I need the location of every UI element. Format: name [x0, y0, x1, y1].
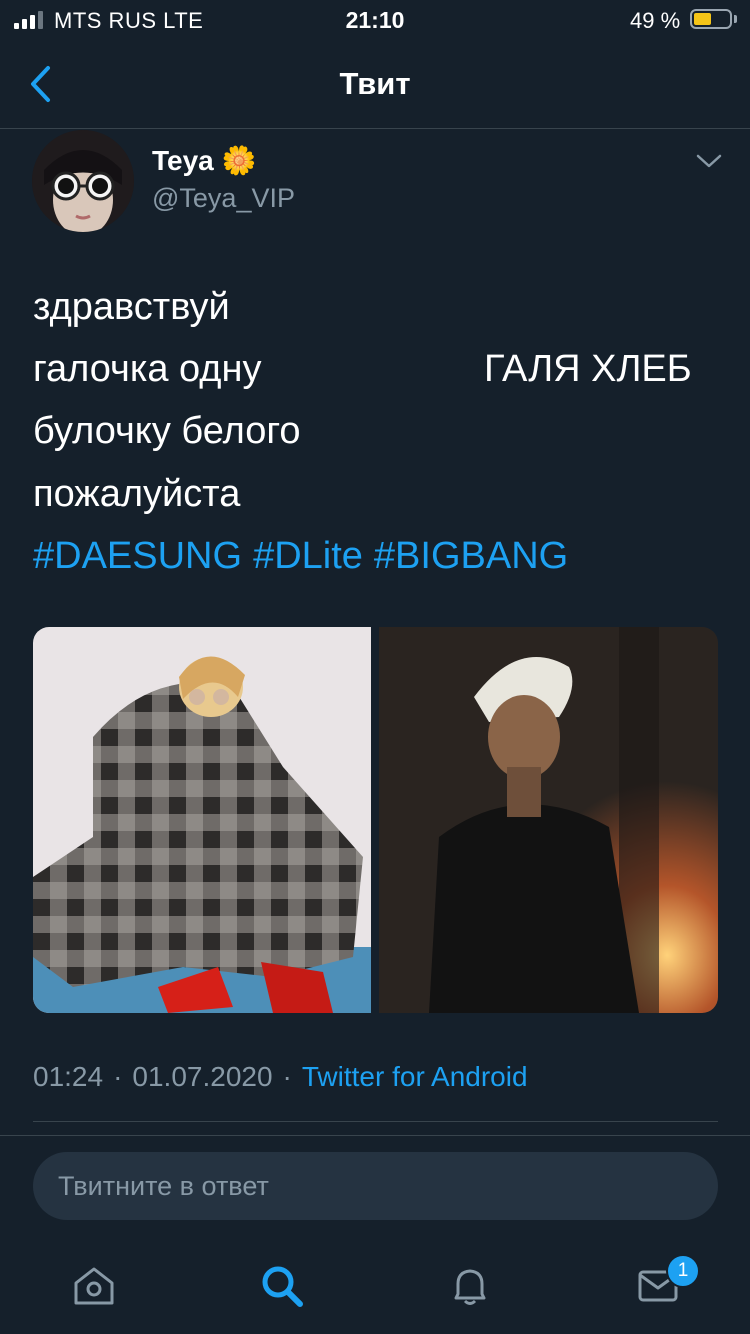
tweet-source-link[interactable]: Twitter for Android: [302, 1061, 528, 1093]
tab-notifications[interactable]: [446, 1262, 494, 1310]
search-icon: [262, 1266, 303, 1307]
photo-icon: [379, 627, 718, 1013]
header-divider: [0, 128, 750, 129]
battery-tip: [734, 15, 737, 23]
hashtag-link[interactable]: #DLite: [253, 534, 363, 578]
battery-icon: [690, 9, 732, 29]
battery-level: [694, 13, 711, 25]
tweet-photo-2[interactable]: [379, 627, 718, 1013]
meta-separator: ·: [282, 1061, 292, 1092]
author-handle[interactable]: @Teya_VIP: [152, 183, 295, 214]
divider: [33, 1121, 718, 1122]
hashtag-link[interactable]: #BIGBANG: [374, 534, 568, 578]
bell-icon: [454, 1269, 486, 1305]
tab-search[interactable]: [258, 1262, 306, 1310]
home-icon: [74, 1267, 114, 1305]
tab-home[interactable]: [70, 1262, 118, 1310]
tweet-date: 01.07.2020: [132, 1061, 273, 1092]
meta-separator: ·: [113, 1061, 123, 1092]
avatar-image: [32, 130, 134, 232]
messages-badge: 1: [666, 1254, 700, 1288]
status-bar: MTS RUS LTE 21:10 49 %: [0, 0, 750, 40]
tweet-text-line: галочка одну: [33, 348, 262, 390]
author-name[interactable]: Teya 🌼: [152, 144, 257, 177]
tweet-text-line: пожалуйста: [33, 473, 241, 515]
tweet-photo-1[interactable]: [33, 627, 371, 1013]
page-title: Твит: [339, 66, 411, 101]
avatar[interactable]: [32, 130, 134, 232]
author-display-name: Teya: [152, 144, 214, 176]
tweet-text-right: ГАЛЯ ХЛЕБ: [484, 348, 692, 390]
tweet-meta: 01:24 · 01.07.2020 · Twitter for Android: [33, 1061, 528, 1093]
divider: [0, 1135, 750, 1136]
hashtag-list: #DAESUNG #DLite #BIGBANG: [33, 534, 568, 578]
photo-icon: [33, 627, 371, 1013]
hashtag-link[interactable]: #DAESUNG: [33, 534, 242, 578]
chevron-down-icon: [696, 154, 722, 168]
tweet-text-line: булочку белого: [33, 410, 301, 452]
tweet-time: 01:24: [33, 1061, 104, 1092]
tweet-options-button[interactable]: [694, 150, 724, 172]
reply-placeholder: Твитните в ответ: [58, 1171, 269, 1201]
battery-percent: 49 %: [630, 8, 681, 33]
tweet-text-line: здравствуй: [33, 286, 230, 328]
flower-emoji-icon: 🌼: [221, 145, 257, 176]
